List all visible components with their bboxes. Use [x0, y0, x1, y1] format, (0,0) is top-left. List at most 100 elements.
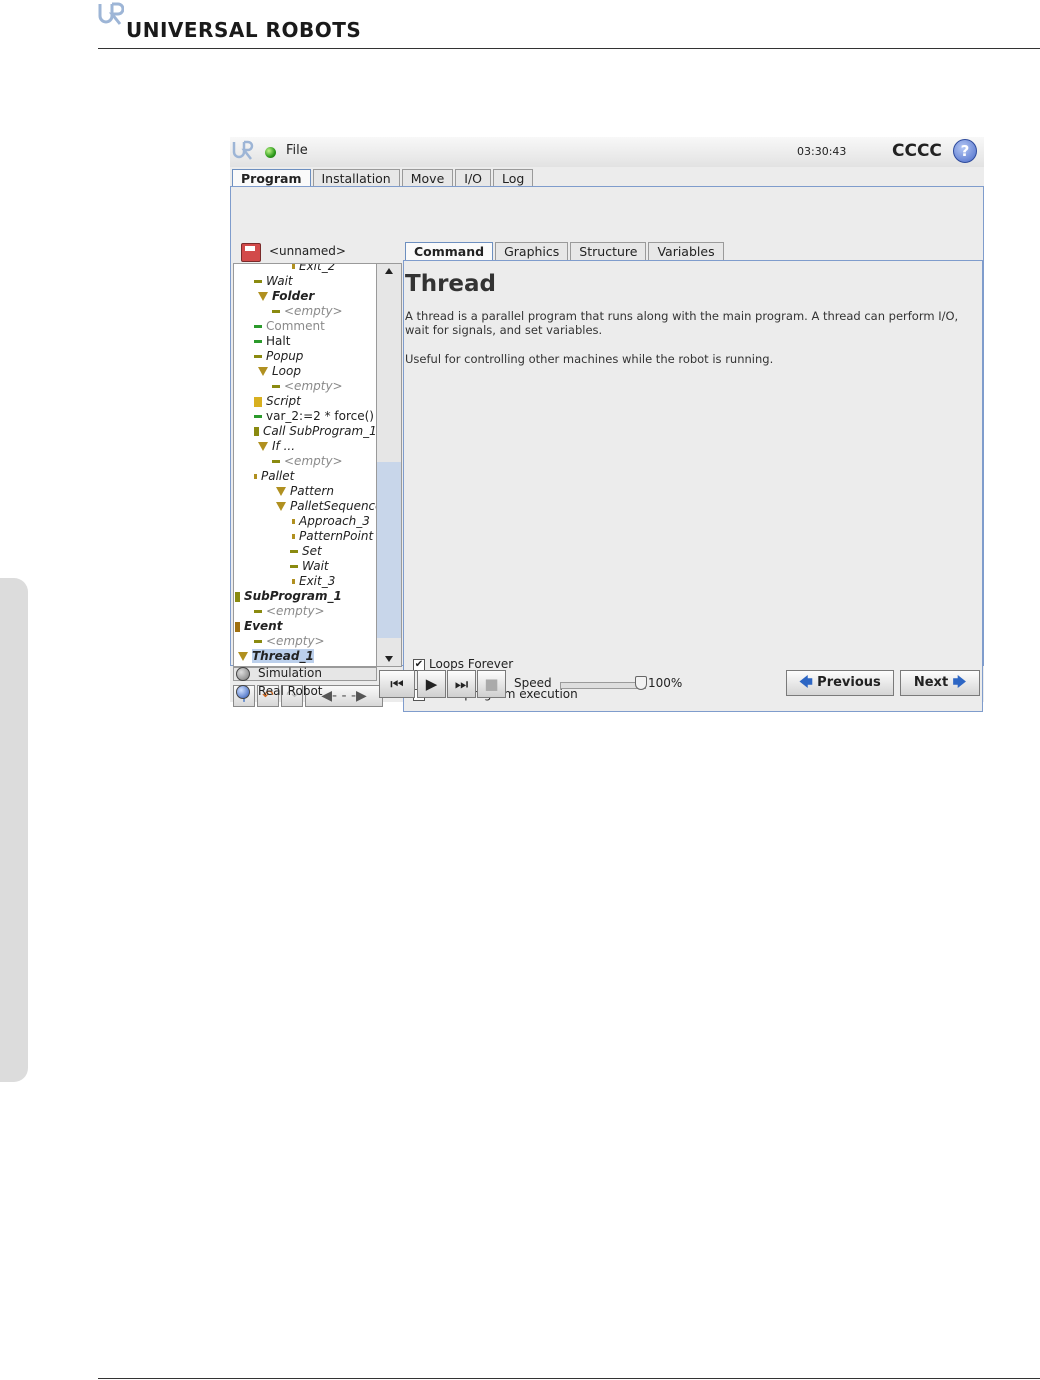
tree-node[interactable]: Halt — [254, 334, 290, 349]
waypoint-icon — [292, 264, 295, 269]
tab-move[interactable]: Move — [401, 169, 454, 187]
tree-node[interactable]: Popup — [254, 349, 303, 364]
file-menu-button[interactable]: File — [286, 143, 308, 158]
command-description-extra: Useful for controlling other machines wh… — [405, 352, 774, 366]
script-icon — [254, 396, 262, 407]
tab-structure[interactable]: Structure — [570, 242, 647, 260]
tree-node[interactable]: Wait — [290, 559, 329, 574]
brand-name: UNIVERSAL ROBOTS — [126, 18, 362, 42]
bottom-bar: Simulation Real Robot ⏮ ▶ ⏭ ■ Speed 100%… — [230, 666, 984, 702]
halt-icon — [254, 340, 262, 343]
tree-node[interactable]: <empty> — [272, 454, 343, 469]
tree-node-selected[interactable]: Thread_1 — [238, 649, 314, 664]
folder-icon — [258, 292, 268, 301]
ur-logo-icon — [98, 2, 124, 25]
tree-node[interactable]: Wait — [254, 274, 293, 289]
tree-node[interactable]: Exit_2 — [292, 264, 335, 274]
tree-node[interactable]: Set — [290, 544, 322, 559]
tab-variables[interactable]: Variables — [648, 242, 724, 260]
tree-vertical-scrollbar[interactable] — [376, 263, 402, 667]
tree-node[interactable]: Call SubProgram_1 — [254, 424, 376, 439]
scrollbar-thumb[interactable] — [377, 462, 401, 638]
empty-icon — [272, 385, 280, 388]
tree-node[interactable]: PalletSequence — [276, 499, 376, 514]
speed-slider-handle[interactable] — [635, 676, 647, 690]
radio-off-icon — [236, 666, 250, 681]
tab-io[interactable]: I/O — [455, 169, 492, 187]
command-panel: Thread A thread is a parallel program th… — [403, 260, 983, 712]
arrow-right-icon: 🡆 — [952, 675, 967, 690]
pallet-icon — [254, 474, 257, 479]
simulation-radio[interactable]: Simulation — [236, 666, 322, 681]
real-robot-radio[interactable]: Real Robot — [236, 684, 323, 699]
comment-icon — [254, 325, 262, 328]
tree-node[interactable]: <empty> — [272, 379, 343, 394]
call-icon — [254, 427, 259, 436]
command-title: Thread — [405, 271, 496, 297]
radio-on-icon — [236, 684, 250, 699]
footer-divider — [98, 1378, 1040, 1379]
tab-command[interactable]: Command — [405, 242, 494, 260]
tree-node[interactable]: Comment — [254, 319, 325, 334]
tab-graphics[interactable]: Graphics — [495, 242, 569, 260]
tree-node[interactable]: Exit_3 — [292, 574, 335, 589]
tree-node[interactable]: Loop — [258, 364, 301, 379]
tree-node[interactable]: If ... — [258, 439, 295, 454]
tree-node[interactable]: var_2:=2 * force() — [254, 409, 374, 424]
waypoint-icon — [292, 534, 295, 539]
sequence-icon — [276, 502, 286, 511]
tab-program[interactable]: Program — [232, 169, 311, 187]
speed-slider[interactable] — [560, 682, 646, 689]
play-button[interactable]: ▶ — [417, 670, 446, 698]
tab-installation[interactable]: Installation — [312, 169, 400, 187]
tree-node[interactable]: <empty> — [254, 604, 325, 619]
step-button[interactable]: ⏭ — [447, 670, 476, 698]
tree-node[interactable]: Folder — [258, 289, 314, 304]
empty-icon — [254, 610, 262, 613]
ur-logo-icon — [232, 140, 254, 160]
waypoint-icon — [292, 519, 295, 524]
program-tree[interactable]: Exit_2 Wait Folder <empty> Comment Halt … — [233, 263, 377, 667]
speed-value: 100% — [648, 676, 683, 690]
set-icon — [290, 550, 298, 553]
previous-button[interactable]: 🡄 Previous — [786, 670, 894, 696]
header-divider — [98, 48, 1040, 49]
rewind-button[interactable]: ⏮ — [379, 670, 415, 698]
side-tab — [0, 578, 28, 1082]
wait-icon — [254, 280, 262, 283]
tree-node[interactable]: SubProgram_1 — [235, 589, 342, 604]
tree-node[interactable]: Approach_3 — [292, 514, 370, 529]
program-name: <unnamed> — [269, 244, 346, 258]
tab-log[interactable]: Log — [493, 169, 534, 187]
empty-icon — [272, 310, 280, 313]
assignment-icon — [254, 415, 262, 418]
loop-icon — [258, 367, 268, 376]
subprogram-icon — [235, 591, 240, 602]
robot-name: CCCC — [892, 141, 942, 161]
main-tabs: Program Installation Move I/O Log — [232, 169, 535, 187]
tree-node[interactable]: Pattern — [276, 484, 334, 499]
next-button[interactable]: Next 🡆 — [900, 670, 980, 696]
save-icon[interactable] — [241, 243, 261, 262]
tree-node[interactable]: <empty> — [272, 304, 343, 319]
scroll-down-icon[interactable] — [385, 656, 393, 662]
arrow-left-icon: 🡄 — [799, 675, 813, 690]
command-description: A thread is a parallel program that runs… — [405, 309, 959, 337]
empty-icon — [272, 460, 280, 463]
help-icon[interactable]: ? — [953, 139, 977, 163]
stop-button[interactable]: ■ — [477, 670, 506, 698]
popup-icon — [254, 355, 262, 358]
if-icon — [258, 442, 268, 451]
tree-node[interactable]: Script — [254, 394, 301, 409]
polyscope-screen: File 03:30:43 CCCC ? Program Installatio… — [230, 137, 984, 712]
waypoint-icon — [292, 579, 295, 584]
empty-icon — [254, 640, 262, 643]
scroll-up-icon[interactable] — [385, 268, 393, 274]
tree-node[interactable]: Event — [235, 619, 282, 634]
tree-node[interactable]: <empty> — [254, 634, 325, 649]
title-bar: File 03:30:43 CCCC ? — [230, 137, 984, 167]
tree-node[interactable]: Pallet — [254, 469, 294, 484]
tree-node[interactable]: PatternPoint — [292, 529, 373, 544]
program-tab-content: <unnamed> Exit_2 Wait Folder <empty> Com… — [230, 186, 984, 712]
event-icon — [235, 621, 240, 632]
